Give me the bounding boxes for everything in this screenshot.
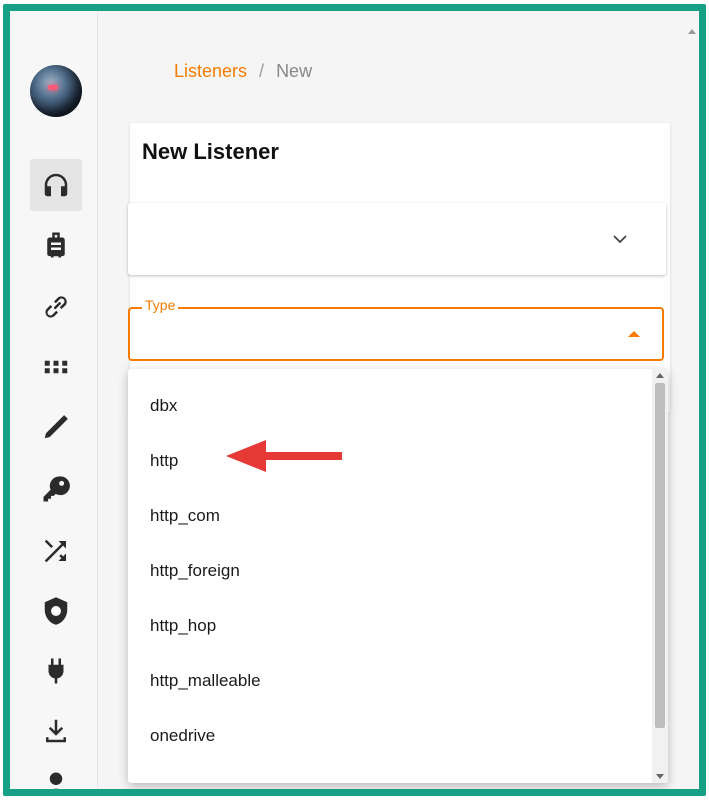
link-icon bbox=[45, 296, 67, 318]
sidebar-item-keys[interactable] bbox=[30, 463, 82, 515]
sidebar-item-agents[interactable] bbox=[30, 281, 82, 333]
avatar[interactable] bbox=[30, 65, 82, 117]
user-icon bbox=[49, 772, 63, 789]
sidebar-item-credentials[interactable] bbox=[30, 401, 82, 453]
dropdown-option-http-hop[interactable]: http_hop bbox=[150, 616, 216, 636]
avatar-eye bbox=[48, 85, 58, 90]
collapsed-select[interactable] bbox=[128, 203, 666, 275]
sidebar-item-users[interactable] bbox=[30, 759, 82, 789]
page-scroll-up-arrow[interactable] bbox=[688, 29, 696, 34]
key-icon bbox=[43, 476, 70, 502]
shuffle-icon bbox=[44, 539, 66, 563]
shield-gear-icon bbox=[44, 597, 68, 625]
sidebar-item-shuffle[interactable] bbox=[30, 525, 82, 577]
luggage-icon bbox=[47, 232, 65, 258]
dropdown-option-http-malleable[interactable]: http_malleable bbox=[150, 671, 261, 691]
sidebar bbox=[10, 11, 98, 789]
page-title: New Listener bbox=[142, 139, 279, 164]
headphones-icon bbox=[44, 173, 68, 197]
type-select[interactable]: Type bbox=[128, 297, 664, 361]
sidebar-item-modules[interactable] bbox=[30, 341, 82, 393]
breadcrumb-separator: / bbox=[259, 61, 265, 81]
sidebar-item-downloads[interactable] bbox=[30, 705, 82, 757]
sidebar-item-listeners[interactable] bbox=[30, 159, 82, 211]
breadcrumb-current: New bbox=[276, 61, 313, 81]
download-icon bbox=[46, 719, 66, 743]
sidebar-item-stagers[interactable] bbox=[30, 219, 82, 271]
dropdown-scrollbar[interactable] bbox=[652, 369, 668, 783]
breadcrumb: Listeners / New bbox=[174, 61, 312, 82]
type-field-label: Type bbox=[142, 297, 179, 313]
dropdown-option-http[interactable]: http bbox=[150, 451, 178, 471]
apps-grid-icon bbox=[44, 360, 68, 374]
dropdown-option-http-foreign[interactable]: http_foreign bbox=[150, 561, 240, 581]
dropdown-option-onedrive[interactable]: onedrive bbox=[150, 726, 215, 746]
scroll-down-arrow[interactable] bbox=[656, 774, 664, 779]
app-window: Listeners / New New Listener Type dbx http… bbox=[3, 4, 706, 796]
annotation-arrow-icon bbox=[226, 440, 342, 472]
scrollbar-thumb[interactable] bbox=[655, 383, 665, 728]
type-dropdown-menu: dbx http http_com http_foreign http_hop … bbox=[128, 369, 668, 783]
plug-icon bbox=[48, 658, 64, 684]
chevron-down-icon bbox=[613, 235, 627, 244]
caret-up-icon[interactable] bbox=[628, 331, 640, 337]
sidebar-item-plugins[interactable] bbox=[30, 645, 82, 697]
sidebar-item-plugins-shield[interactable] bbox=[30, 585, 82, 637]
main-content: Listeners / New New Listener Type dbx http… bbox=[98, 11, 699, 789]
breadcrumb-listeners-link[interactable]: Listeners bbox=[174, 61, 247, 81]
pen-icon bbox=[44, 415, 68, 439]
scroll-up-arrow[interactable] bbox=[656, 373, 664, 378]
dropdown-option-http-com[interactable]: http_com bbox=[150, 506, 220, 526]
dropdown-option-dbx[interactable]: dbx bbox=[150, 396, 177, 416]
